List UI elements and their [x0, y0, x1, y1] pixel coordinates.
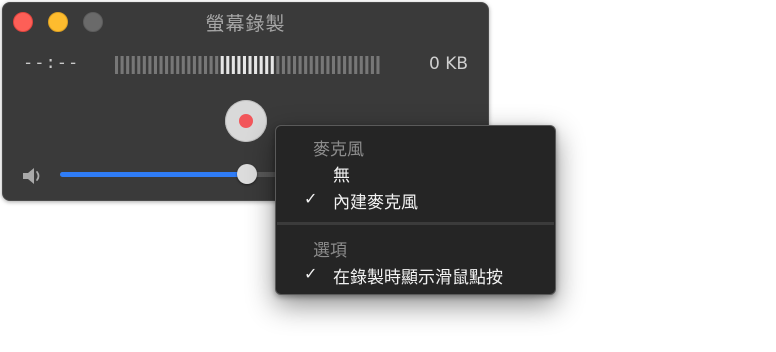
level-segment	[254, 56, 258, 74]
level-segment	[115, 56, 119, 74]
level-segment	[187, 56, 191, 74]
level-segment	[215, 56, 219, 74]
menu-item-label: 無	[333, 166, 350, 186]
level-segment	[354, 56, 358, 74]
level-segment	[192, 56, 196, 74]
menu-separator	[277, 222, 554, 225]
level-segment	[237, 56, 241, 74]
level-segment	[270, 56, 274, 74]
checkmark-icon: ✓	[304, 264, 318, 283]
level-segment	[370, 56, 374, 74]
level-segment	[176, 56, 180, 74]
volume-slider-knob[interactable]	[237, 164, 258, 184]
level-segment	[320, 56, 324, 74]
level-segment	[170, 56, 174, 74]
level-segment	[148, 56, 152, 74]
level-segment	[198, 56, 202, 74]
level-segment	[209, 56, 213, 74]
level-segment	[343, 56, 347, 74]
level-segment	[126, 56, 130, 74]
level-segment	[165, 56, 169, 74]
level-segment	[293, 56, 297, 74]
level-segment	[204, 56, 208, 74]
file-size: 0 KB	[428, 54, 468, 74]
level-segment	[309, 56, 313, 74]
level-segment	[265, 56, 269, 74]
volume-slider[interactable]	[60, 164, 300, 184]
menu-item-show-mouse-clicks[interactable]: ✓ 在錄製時顯示滑鼠點按	[276, 263, 555, 289]
level-segment	[131, 56, 135, 74]
screen: 螢幕錄製 --:-- 0 KB 麥克風 無 ✓ 內建麥克風 選項 ✓ 在錄製時顯…	[0, 0, 776, 352]
record-icon	[239, 114, 253, 128]
level-segment	[231, 56, 235, 74]
level-segment	[242, 56, 246, 74]
level-segment	[287, 56, 291, 74]
level-segment	[298, 56, 302, 74]
level-segment	[348, 56, 352, 74]
menu-item-microphone-none[interactable]: 無	[276, 161, 555, 187]
level-segment	[331, 56, 335, 74]
level-segment	[120, 56, 124, 74]
level-segment	[304, 56, 308, 74]
speaker-icon	[23, 168, 40, 184]
level-segment	[248, 56, 252, 74]
level-segment	[359, 56, 363, 74]
menu-header-microphone: 麥克風	[313, 140, 364, 160]
audio-level-meter	[115, 56, 380, 74]
level-segment	[337, 56, 341, 74]
elapsed-time: --:--	[23, 53, 80, 73]
level-segment	[276, 56, 280, 74]
menu-item-label: 內建麥克風	[333, 193, 418, 213]
level-segment	[142, 56, 146, 74]
level-segment	[226, 56, 230, 74]
menu-item-label: 在錄製時顯示滑鼠點按	[333, 268, 503, 288]
level-segment	[365, 56, 369, 74]
level-segment	[137, 56, 141, 74]
options-popup-menu: 麥克風 無 ✓ 內建麥克風 選項 ✓ 在錄製時顯示滑鼠點按	[275, 125, 556, 295]
menu-item-built-in-microphone[interactable]: ✓ 內建麥克風	[276, 188, 555, 214]
level-segment	[326, 56, 330, 74]
level-segment	[159, 56, 163, 74]
level-segment	[376, 56, 380, 74]
level-segment	[315, 56, 319, 74]
volume-slider-fill	[60, 172, 248, 177]
level-segment	[181, 56, 185, 74]
menu-header-options: 選項	[313, 241, 347, 261]
record-button[interactable]	[225, 100, 267, 142]
level-segment	[153, 56, 157, 74]
level-segment	[281, 56, 285, 74]
checkmark-icon: ✓	[304, 189, 318, 208]
window-title: 螢幕錄製	[205, 13, 286, 35]
level-segment	[220, 56, 224, 74]
level-segment	[259, 56, 263, 74]
